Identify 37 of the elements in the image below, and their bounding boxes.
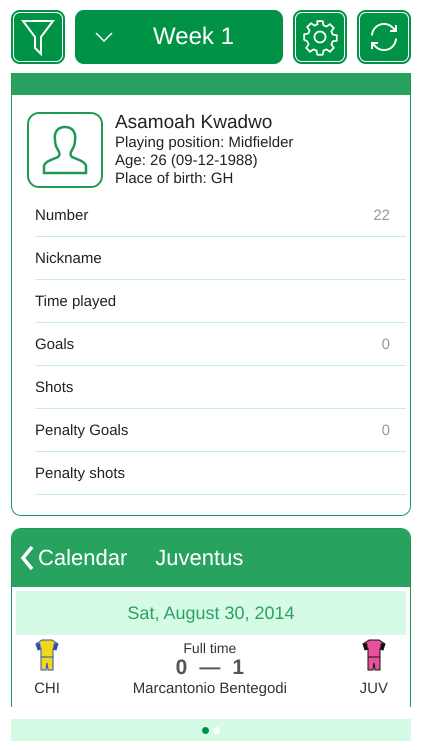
score: 1 bbox=[232, 656, 244, 680]
team-name: Juventus bbox=[155, 545, 244, 571]
chevron-down-icon bbox=[95, 32, 113, 42]
stat-label: Penalty shots bbox=[35, 464, 126, 482]
stat-label: Goals bbox=[35, 336, 74, 352]
stat-label: Shots bbox=[35, 378, 74, 396]
score: 0 bbox=[176, 656, 188, 680]
week-selector[interactable]: Week 1 bbox=[75, 10, 283, 64]
stat-value: 0 bbox=[382, 336, 390, 352]
refresh-button[interactable] bbox=[357, 10, 411, 64]
match-date: Sat, August 30, 2014 bbox=[16, 591, 406, 635]
back-button[interactable]: Calendar bbox=[20, 545, 128, 571]
jersey-icon bbox=[34, 639, 60, 671]
match-status: Full time bbox=[183, 640, 236, 656]
score-dash: — bbox=[199, 656, 220, 680]
jersey-icon bbox=[360, 639, 387, 671]
team-code: JUV bbox=[360, 680, 388, 697]
stat-value: 0 bbox=[382, 422, 390, 438]
stat-label: Penalty Goals bbox=[35, 422, 128, 438]
filter-button[interactable] bbox=[11, 10, 65, 64]
stat-label: Number bbox=[35, 206, 88, 224]
settings-icon bbox=[301, 18, 339, 56]
player-detail: Playing position: Midfielder bbox=[115, 134, 294, 152]
stadium-name: Marcantonio Bentegodi bbox=[132, 680, 287, 696]
page-dot[interactable] bbox=[202, 726, 209, 734]
stat-value: 22 bbox=[373, 206, 390, 224]
player-detail: Age: 26 (09-12-1988) bbox=[115, 152, 259, 170]
settings-button[interactable] bbox=[293, 10, 347, 64]
stat-label: Nickname bbox=[35, 250, 102, 266]
team-code: CHI bbox=[34, 680, 60, 697]
page-dot[interactable] bbox=[213, 726, 220, 734]
player-detail: Place of birth: GH bbox=[115, 170, 234, 188]
filter-icon bbox=[21, 18, 55, 56]
stat-label: Time played bbox=[35, 292, 116, 310]
back-icon bbox=[20, 545, 34, 571]
player-name: Asamoah Kwadwo bbox=[115, 112, 274, 134]
person-icon bbox=[41, 124, 89, 176]
